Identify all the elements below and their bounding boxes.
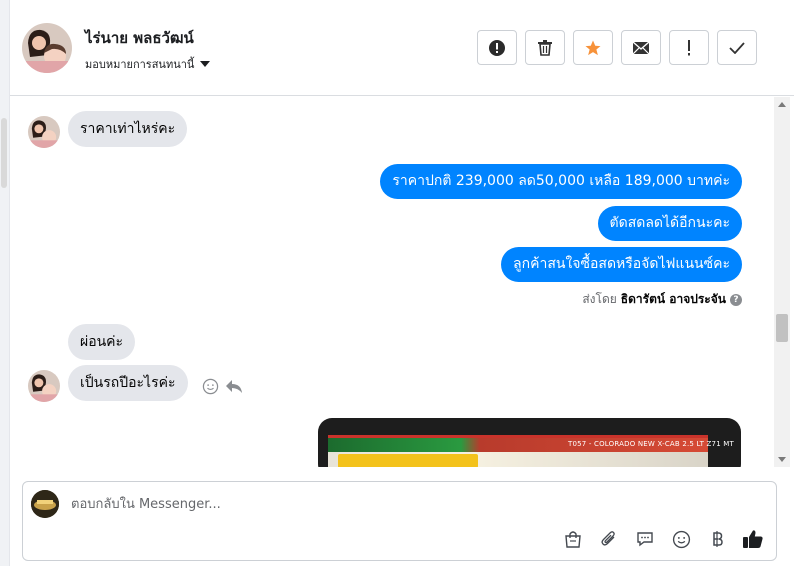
alert-circle-icon xyxy=(489,39,505,56)
reply-icon[interactable] xyxy=(225,379,243,394)
reply-input[interactable] xyxy=(71,494,671,514)
image-caption: T057 - COLORADO NEW X-CAB 2.5 LT Z71 MT xyxy=(568,440,734,448)
like-button[interactable] xyxy=(742,528,764,550)
trash-icon xyxy=(538,40,552,56)
left-scrollbar-thumb[interactable] xyxy=(1,118,7,188)
done-button[interactable] xyxy=(717,30,757,65)
reply-composer xyxy=(22,481,777,561)
sender-avatar[interactable] xyxy=(28,116,60,148)
sent-by-label: ส่งโดย ธิดารัตน์ อาจประจัน ? xyxy=(582,290,742,309)
composer-tools xyxy=(562,528,764,550)
message-actions xyxy=(202,378,243,395)
shop-button[interactable] xyxy=(562,528,584,550)
sender-avatar[interactable] xyxy=(28,370,60,402)
shopping-bag-icon xyxy=(565,531,581,548)
paperclip-icon xyxy=(601,531,615,546)
checkmark-icon xyxy=(729,41,745,54)
baht-icon xyxy=(713,531,723,547)
page-avatar xyxy=(31,490,59,518)
left-panel-edge xyxy=(0,0,10,566)
thread-scrollbar[interactable] xyxy=(774,97,790,467)
delete-button[interactable] xyxy=(525,30,565,65)
scroll-up-arrow[interactable] xyxy=(778,102,786,107)
message-thread: ราคาเท่าไหร่คะ ราคาปกติ 239,000 ลด50,000… xyxy=(10,97,774,467)
conversation-header: ไร่นาย พลธวัฒน์ มอบหมายการสนทนานี้ xyxy=(10,0,794,96)
incoming-message[interactable]: ผ่อนค่ะ xyxy=(68,324,136,360)
chat-bubble-icon xyxy=(637,532,653,547)
outgoing-message[interactable]: ราคาปกติ 239,000 ลด50,000 เหลือ 189,000 … xyxy=(380,164,742,199)
incoming-message[interactable]: เป็นรถปีอะไรค่ะ xyxy=(68,365,188,401)
outgoing-message[interactable]: ลูกค้าสนใจซื้อสดหรือจัดไฟแนนซ์คะ xyxy=(501,247,742,282)
emoji-button[interactable] xyxy=(670,528,692,550)
header-actions xyxy=(477,30,757,65)
help-icon[interactable]: ? xyxy=(730,293,742,306)
car-listing-image: T057 - COLORADO NEW X-CAB 2.5 LT Z71 MT xyxy=(328,435,734,467)
contact-name[interactable]: ไร่นาย พลธวัฒน์ xyxy=(85,26,194,50)
incoming-message[interactable]: ราคาเท่าไหร่คะ xyxy=(68,111,188,147)
envelope-icon xyxy=(632,40,650,54)
caret-down-icon xyxy=(200,61,211,67)
star-button[interactable] xyxy=(573,30,613,65)
star-icon xyxy=(585,40,601,55)
smiley-icon xyxy=(672,530,690,548)
image-attachment[interactable]: T057 - COLORADO NEW X-CAB 2.5 LT Z71 MT xyxy=(318,418,741,467)
attach-button[interactable] xyxy=(598,528,620,550)
payment-button[interactable] xyxy=(706,528,728,550)
sent-by-prefix: ส่งโดย xyxy=(582,292,617,306)
sent-by-name: ธิดารัตน์ อาจประจัน xyxy=(620,292,726,306)
contact-avatar[interactable] xyxy=(22,23,72,73)
outgoing-message[interactable]: ตัดสดลดได้อีกนะคะ xyxy=(597,206,742,241)
mark-unread-button[interactable] xyxy=(621,30,661,65)
react-emoji-icon[interactable] xyxy=(202,378,219,395)
follow-up-button[interactable] xyxy=(669,30,709,65)
thumbs-up-icon xyxy=(743,530,763,548)
scroll-thumb[interactable] xyxy=(776,314,788,342)
scroll-down-arrow[interactable] xyxy=(778,457,786,462)
assign-label: มอบหมายการสนทนานี้ xyxy=(85,58,195,71)
assign-conversation-dropdown[interactable]: มอบหมายการสนทนานี้ xyxy=(85,55,211,73)
image-headline xyxy=(338,454,478,467)
report-button[interactable] xyxy=(477,30,517,65)
saved-replies-button[interactable] xyxy=(634,528,656,550)
exclamation-icon xyxy=(688,39,690,55)
